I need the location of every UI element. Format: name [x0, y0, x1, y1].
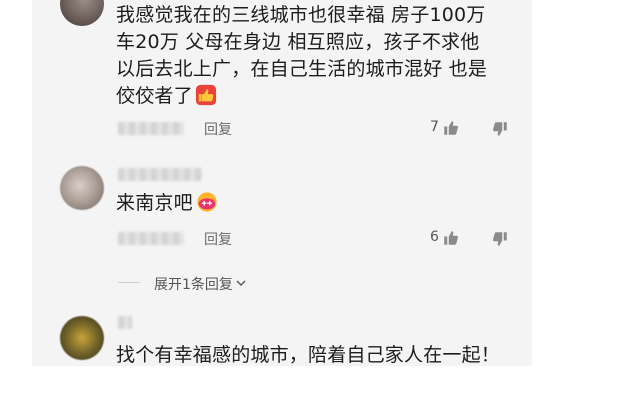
like-count: 7	[430, 119, 439, 135]
comment-line: 找个有幸福感的城市，陪着自己家人在一起！	[116, 344, 501, 366]
like-icon[interactable]	[442, 229, 460, 247]
comment-line: 来南京吧 ✚✚	[116, 190, 219, 217]
username-blurred	[118, 316, 132, 329]
expand-divider	[118, 282, 140, 283]
reply-button[interactable]: 回复	[204, 229, 232, 249]
comment-line: 以后去北上广，在自己生活的城市混好 也是	[116, 58, 488, 80]
reply-button[interactable]: 回复	[204, 119, 232, 139]
comment-line: 车20万 父母在身边 相互照应，孩子不求他	[116, 31, 480, 53]
hug-emoji-icon: ✚✚	[197, 192, 217, 212]
username-blurred	[118, 122, 184, 135]
like-count: 6	[430, 229, 439, 245]
comment-line-text: 佼佼者了	[116, 85, 193, 107]
avatar[interactable]	[60, 166, 104, 210]
comment-text: 来南京吧 ✚✚	[116, 190, 219, 217]
comment-line-last: 佼佼者了	[116, 83, 487, 110]
expand-replies-button[interactable]: 展开1条回复	[154, 274, 247, 294]
username-blurred	[118, 168, 202, 181]
expand-replies-label: 展开1条回复	[154, 277, 233, 293]
dislike-icon[interactable]	[491, 120, 509, 138]
comment-line-text: 来南京吧	[116, 192, 193, 214]
chevron-down-icon	[236, 280, 246, 286]
thumbs-up-emoji-icon	[195, 84, 216, 106]
avatar[interactable]	[60, 0, 104, 26]
dislike-icon[interactable]	[491, 230, 509, 248]
comment-text: 找个有幸福感的城市，陪着自己家人在一起！	[116, 342, 500, 366]
comment-line: 我感觉我在的三线城市也很幸福 房子100万	[116, 4, 486, 26]
username-blurred	[118, 232, 184, 245]
comment-thread: 我感觉我在的三线城市也很幸福 房子100万 车20万 父母在身边 相互照应，孩子…	[32, 0, 532, 366]
avatar[interactable]	[60, 316, 104, 360]
like-icon[interactable]	[442, 119, 460, 137]
comment-text: 我感觉我在的三线城市也很幸福 房子100万 车20万 父母在身边 相互照应，孩子…	[116, 2, 487, 110]
svg-text:✚✚: ✚✚	[201, 200, 213, 208]
